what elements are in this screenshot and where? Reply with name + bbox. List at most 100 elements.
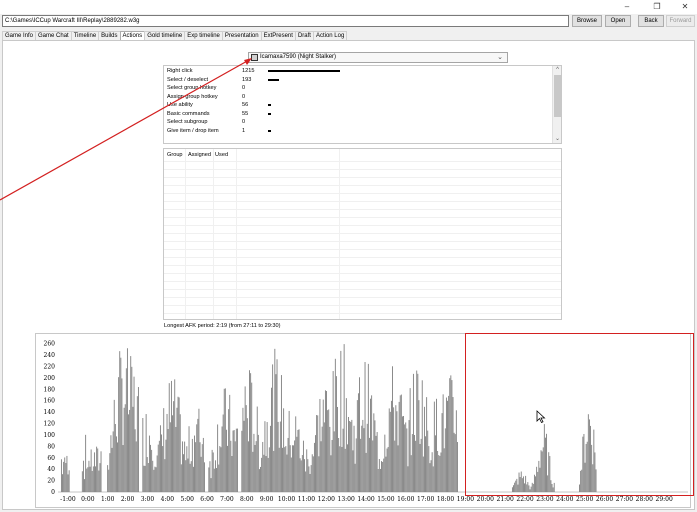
- column-assigned: Assigned: [188, 152, 212, 158]
- apm-bar: [378, 459, 380, 492]
- apm-bar: [187, 458, 189, 492]
- apm-bar: [265, 456, 267, 492]
- apm-bar: [68, 470, 70, 492]
- apm-bar: [407, 466, 409, 492]
- apm-bar: [113, 399, 115, 492]
- apm-bar: [82, 460, 84, 492]
- scroll-thumb[interactable]: [554, 75, 561, 117]
- back-button[interactable]: Back: [638, 15, 664, 27]
- apm-bar: [250, 373, 252, 492]
- stats-row[interactable]: Right click 1215: [167, 67, 547, 75]
- apm-bar: [580, 470, 582, 492]
- stat-label: Assign group hotkey: [167, 93, 218, 100]
- apm-bar: [326, 391, 327, 492]
- apm-bar: [526, 484, 528, 492]
- stats-scrollbar[interactable]: ^ ⌄: [552, 66, 561, 143]
- apm-bar: [404, 424, 406, 492]
- y-tick-label: 80: [47, 443, 55, 450]
- apm-bar: [212, 452, 214, 492]
- apm-bar: [415, 440, 417, 492]
- minimize-button[interactable]: –: [616, 1, 638, 13]
- open-button[interactable]: Open: [605, 15, 631, 27]
- apm-bar: [245, 405, 247, 492]
- apm-bar: [388, 408, 390, 492]
- x-tick-label: -1:00: [60, 496, 76, 503]
- apm-bar: [543, 424, 545, 492]
- apm-bar: [295, 416, 297, 492]
- apm-bar: [177, 396, 179, 492]
- apm-bar: [154, 466, 156, 492]
- apm-bar: [163, 408, 165, 492]
- apm-bar: [439, 455, 441, 492]
- chevron-down-icon: ⌄: [497, 54, 503, 61]
- apm-bar: [170, 380, 172, 492]
- apm-bar: [165, 439, 167, 492]
- apm-bar: [367, 363, 369, 492]
- apm-bar: [587, 414, 589, 492]
- apm-bar: [220, 447, 222, 492]
- browse-button[interactable]: Browse: [572, 15, 602, 27]
- apm-bar: [389, 411, 391, 492]
- apm-bar: [331, 439, 333, 492]
- apm-bar: [382, 461, 384, 492]
- apm-bar: [438, 455, 440, 492]
- close-button[interactable]: ✕: [674, 1, 696, 13]
- apm-bar: [581, 469, 583, 492]
- apm-bar: [137, 387, 139, 492]
- apm-bar: [277, 421, 279, 492]
- restore-button[interactable]: ❐: [646, 1, 668, 13]
- apm-bar: [228, 409, 230, 492]
- apm-bar: [335, 376, 337, 492]
- apm-bar: [194, 435, 195, 492]
- apm-bar: [377, 468, 379, 492]
- apm-bar: [285, 446, 287, 492]
- apm-bar: [151, 449, 153, 492]
- apm-bar: [122, 445, 124, 492]
- stats-row[interactable]: Use ability 56: [167, 101, 547, 109]
- x-tick-label: 28:00: [636, 496, 653, 503]
- apm-bar: [333, 431, 335, 492]
- scroll-down-icon[interactable]: ⌄: [553, 135, 561, 143]
- y-tick-label: 260: [44, 341, 56, 348]
- stats-row[interactable]: Assign group hotkey 0: [167, 93, 547, 101]
- apm-bar: [352, 450, 354, 492]
- player-dropdown[interactable]: Icamaxa7590 (Night Stalker) ⌄: [248, 52, 508, 63]
- stats-row[interactable]: Select / deselect 193: [167, 76, 547, 84]
- stat-value: 0: [242, 93, 246, 100]
- stats-row[interactable]: Give item / drop item 1: [167, 127, 547, 135]
- stats-row[interactable]: Basic commands 55: [167, 110, 547, 118]
- apm-bar: [202, 437, 204, 492]
- apm-bar: [330, 455, 332, 492]
- apm-bar: [121, 378, 123, 492]
- apm-bar: [230, 440, 232, 492]
- replay-path-input[interactable]: C:\Games\ICCup Warcraft III\Replay\28892…: [2, 15, 569, 27]
- apm-bar: [158, 440, 160, 492]
- apm-bar: [91, 470, 93, 492]
- apm-bar: [188, 426, 190, 492]
- stats-row[interactable]: Select subgroup 0: [167, 118, 547, 126]
- x-tick-label: 23:00: [536, 496, 553, 503]
- apm-bar: [269, 425, 271, 492]
- apm-bar: [537, 471, 539, 492]
- x-tick-label: 5:00: [180, 496, 194, 503]
- apm-bar: [247, 441, 249, 492]
- apm-bar: [120, 357, 122, 492]
- column-separator: [236, 149, 237, 319]
- apm-bar: [354, 463, 356, 492]
- x-tick-label: 4:00: [161, 496, 175, 503]
- apm-bar: [258, 469, 260, 492]
- stats-row[interactable]: Select group hotkey 0: [167, 84, 547, 92]
- apm-bar: [429, 463, 431, 492]
- apm-bar: [180, 464, 182, 492]
- apm-bar: [400, 394, 402, 492]
- apm-bar: [272, 364, 274, 492]
- apm-bar: [200, 456, 202, 492]
- apm-bar: [320, 441, 322, 492]
- apm-bar: [344, 448, 346, 492]
- hotkey-groups-table: Group Assigned Used: [163, 148, 562, 320]
- scroll-up-icon[interactable]: ^: [553, 66, 561, 74]
- apm-bar: [359, 377, 360, 492]
- apm-bar: [514, 482, 516, 492]
- apm-bar: [454, 434, 456, 492]
- apm-bar: [223, 388, 225, 492]
